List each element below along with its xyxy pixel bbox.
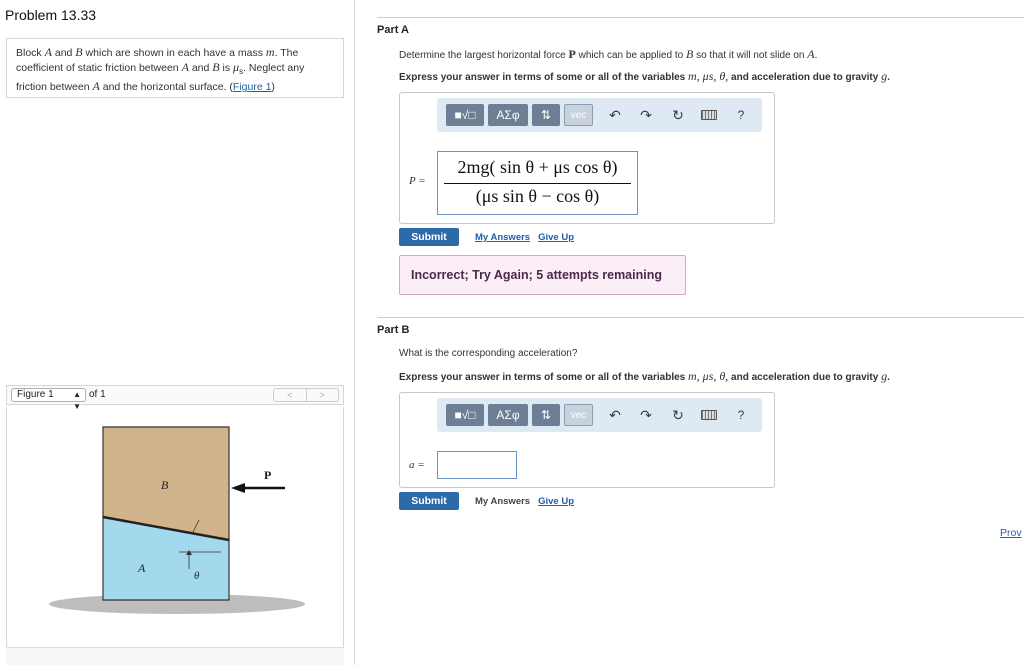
figure-navigator: Figure 1 ▲ ▼ of 1 < > — [6, 385, 344, 411]
provide-feedback-link[interactable]: Prov — [1000, 527, 1022, 539]
reset-icon[interactable]: ↻ — [669, 106, 687, 124]
label-p: P — [264, 468, 271, 482]
label-theta: θ — [194, 570, 200, 582]
part-b-label: Part B — [377, 324, 410, 336]
part-a-divider — [377, 17, 1024, 18]
part-a-variable: P = — [409, 175, 426, 187]
part-b-submit-button[interactable]: Submit — [399, 492, 459, 510]
figure-link[interactable]: Figure 1 — [233, 81, 272, 93]
figure-select[interactable]: Figure 1 ▲ ▼ — [11, 388, 86, 411]
part-b-answer-input[interactable] — [437, 451, 517, 479]
problem-title: Problem 13.33 — [5, 7, 97, 23]
part-b-divider — [377, 317, 1024, 318]
figure-area: B A P θ — [6, 407, 344, 665]
block-diagram: B A P θ — [49, 426, 305, 614]
label-a: A — [137, 561, 146, 575]
part-a-instructions: Express your answer in terms of some or … — [399, 69, 890, 83]
greek-button[interactable]: ΑΣφ — [488, 404, 528, 426]
vec-button[interactable]: vec — [564, 404, 593, 426]
math-toolbar: ■√□ ΑΣφ ⇅ vec ↶ ↷ ↻ ? — [437, 98, 762, 132]
redo-icon[interactable]: ↷ — [637, 406, 655, 424]
part-a-question: Determine the largest horizontal force P… — [399, 47, 818, 61]
force-p-arrowhead — [231, 483, 245, 493]
prev-figure-button[interactable]: < — [274, 389, 306, 401]
redo-icon[interactable]: ↷ — [637, 106, 655, 124]
figure-pager: < > — [273, 388, 339, 402]
help-icon[interactable]: ? — [732, 406, 750, 424]
templates-button[interactable]: ■√□ — [446, 104, 484, 126]
part-a-answer-links: My Answers Give Up — [475, 232, 582, 243]
my-answers-text: My Answers — [475, 496, 531, 507]
figure-count: of 1 — [89, 389, 106, 400]
part-a-answer-input[interactable]: 2mg( sin θ + μs cos θ) (μs sin θ − cos θ… — [437, 151, 638, 215]
part-a-label: Part A — [377, 24, 409, 36]
keyboard-icon[interactable] — [701, 410, 717, 420]
part-b-answer-links: My Answers Give Up — [475, 496, 582, 507]
arrows-button[interactable]: ⇅ — [532, 104, 560, 126]
answer-denominator: (μs sin θ − cos θ) — [475, 186, 600, 206]
part-b-answer-box: ■√□ ΑΣφ ⇅ vec ↶ ↷ ↻ ? a = — [399, 392, 775, 488]
greek-button[interactable]: ΑΣφ — [488, 104, 528, 126]
part-b-variable: a = — [409, 459, 425, 471]
answer-numerator: 2mg( sin θ + μs cos θ) — [457, 157, 618, 177]
give-up-link[interactable]: Give Up — [538, 232, 574, 243]
math-toolbar: ■√□ ΑΣφ ⇅ vec ↶ ↷ ↻ ? — [437, 398, 762, 432]
feedback-message: Incorrect; Try Again; 5 attempts remaini… — [399, 255, 686, 295]
fraction-bar — [444, 183, 631, 184]
give-up-link[interactable]: Give Up — [538, 496, 574, 507]
arrows-button[interactable]: ⇅ — [532, 404, 560, 426]
my-answers-link[interactable]: My Answers — [475, 232, 530, 243]
label-b: B — [161, 478, 169, 492]
reset-icon[interactable]: ↻ — [669, 406, 687, 424]
problem-statement: Block A and B which are shown in each ha… — [6, 38, 344, 98]
help-icon[interactable]: ? — [732, 106, 750, 124]
templates-button[interactable]: ■√□ — [446, 404, 484, 426]
keyboard-icon[interactable] — [701, 110, 717, 120]
problem-panel: Problem 13.33 Block A and B which are sh… — [0, 0, 355, 665]
figure-footer — [6, 647, 344, 665]
part-b-instructions: Express your answer in terms of some or … — [399, 369, 890, 383]
undo-icon[interactable]: ↶ — [606, 406, 624, 424]
undo-icon[interactable]: ↶ — [606, 106, 624, 124]
part-b-question: What is the corresponding acceleration? — [399, 348, 578, 359]
vec-button[interactable]: vec — [564, 104, 593, 126]
next-figure-button[interactable]: > — [305, 389, 339, 401]
part-a-answer-box: ■√□ ΑΣφ ⇅ vec ↶ ↷ ↻ ? P = 2mg( sin θ + μ… — [399, 92, 775, 224]
part-a-submit-button[interactable]: Submit — [399, 228, 459, 246]
